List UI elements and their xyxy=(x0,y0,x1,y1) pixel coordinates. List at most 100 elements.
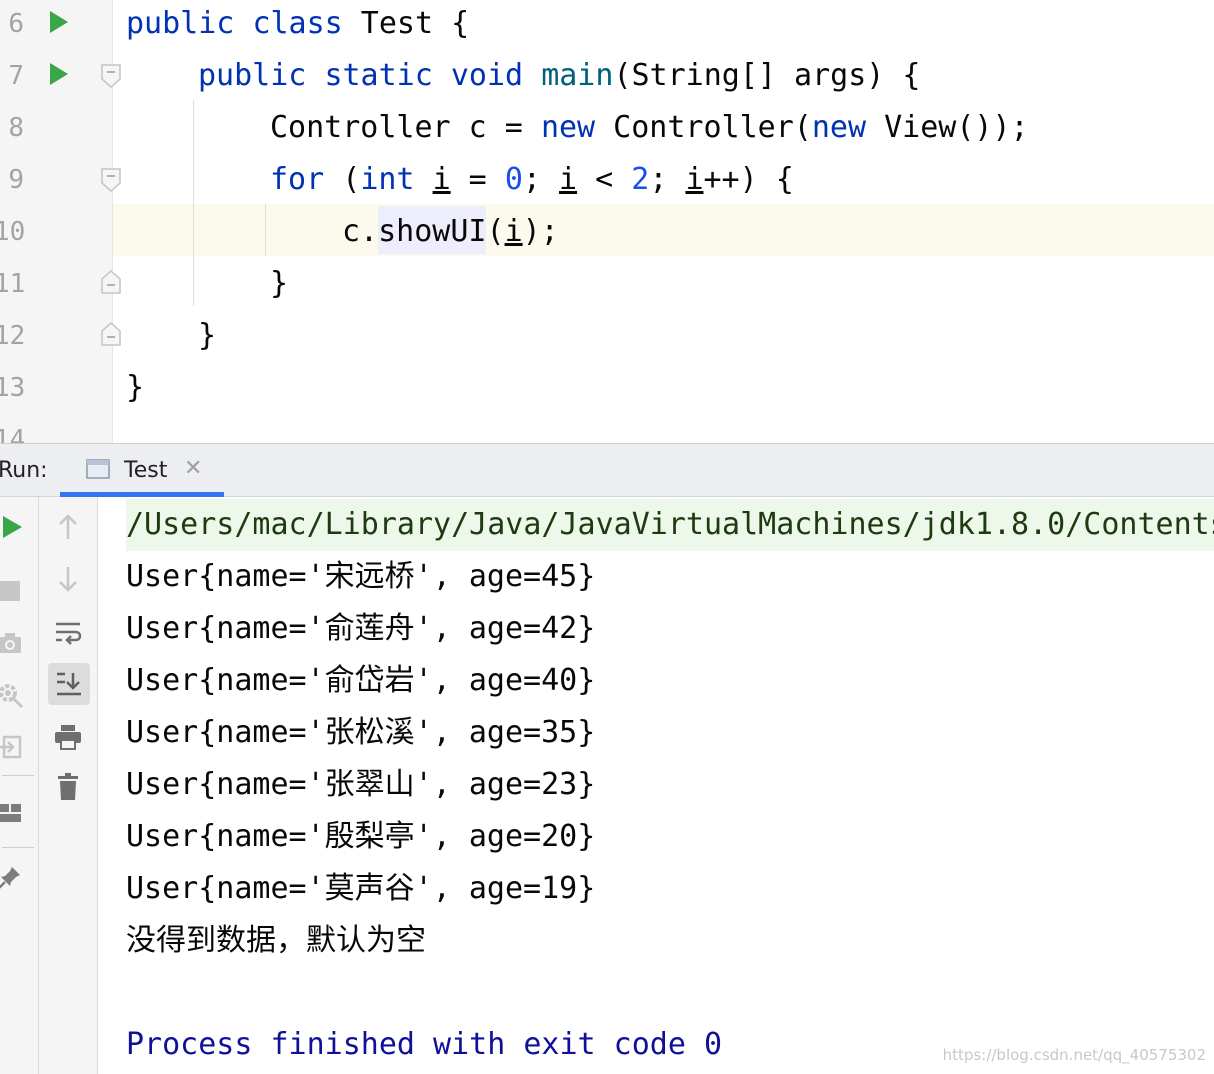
code-token: static xyxy=(324,58,433,93)
console-line-text: User{name='张翠山', age=23} xyxy=(126,767,596,802)
code-token: c. xyxy=(342,214,379,249)
code-token: int xyxy=(360,162,415,197)
line-number: 13 xyxy=(0,373,26,403)
console-line: User{name='宋远桥', age=45} xyxy=(126,551,595,603)
code-token: Controller c = xyxy=(270,110,541,145)
line-number: 12 xyxy=(0,321,26,351)
rerun-icon[interactable] xyxy=(0,507,32,547)
arrow-up-icon[interactable] xyxy=(48,507,88,547)
console-line: User{name='俞岱岩', age=40} xyxy=(126,655,595,707)
code-token: void xyxy=(450,58,524,93)
line-number: 10 xyxy=(0,217,26,247)
code-token: public xyxy=(198,58,307,93)
fold-close-icon[interactable] xyxy=(101,270,121,294)
code-token: public xyxy=(126,6,235,41)
toolbar-separator xyxy=(2,775,34,776)
console-line-text: User{name='殷梨亭', age=20} xyxy=(126,819,596,854)
run-toolbar-primary xyxy=(0,497,39,1074)
console-command-line: /Users/mac/Library/Java/JavaVirtualMachi… xyxy=(126,499,1214,551)
arrow-down-icon[interactable] xyxy=(48,559,88,599)
code-token: = xyxy=(450,162,505,197)
code-token: showUI xyxy=(378,214,487,249)
soft-wrap-icon[interactable] xyxy=(48,613,88,653)
code-token: ); xyxy=(522,214,559,249)
scroll-to-end-icon[interactable] xyxy=(48,663,90,705)
code-token: i xyxy=(504,214,523,249)
code-line[interactable]: public static void main(String[] args) { xyxy=(198,50,920,102)
code-line[interactable]: for (int i = 0; i < 2; i++) { xyxy=(270,154,794,206)
code-token: for xyxy=(270,162,325,197)
indent-guide xyxy=(265,204,266,256)
watermark: https://blog.csdn.net/qq_40575302 xyxy=(942,1046,1206,1064)
code-token: Controller( xyxy=(595,110,812,145)
login-icon[interactable] xyxy=(0,727,30,767)
indent-guide xyxy=(193,100,194,306)
tab-test[interactable]: Test ✕ xyxy=(60,444,224,497)
console-line-text: User{name='俞莲舟', age=42} xyxy=(126,611,596,646)
console-line: User{name='张翠山', age=23} xyxy=(126,759,595,811)
code-token: } xyxy=(270,266,289,301)
console-line: User{name='张松溪', age=35} xyxy=(126,707,595,759)
camera-icon[interactable] xyxy=(0,623,30,663)
current-line-highlight xyxy=(113,204,1214,256)
code-token: Test { xyxy=(342,6,470,41)
line-number: 14 xyxy=(0,425,26,443)
line-number: 11 xyxy=(0,269,26,299)
code-line[interactable]: public class Test { xyxy=(126,0,469,50)
code-token: ; xyxy=(649,162,686,197)
code-token: class xyxy=(252,6,343,41)
fold-open-icon[interactable] xyxy=(101,168,121,192)
layout-icon[interactable] xyxy=(0,793,30,833)
code-token: 2 xyxy=(631,162,650,197)
fold-open-icon[interactable] xyxy=(101,64,121,88)
code-line[interactable]: } xyxy=(126,362,144,414)
line-number: 7 xyxy=(8,61,24,91)
process-exit-message: Process finished with exit code 0 xyxy=(126,1027,723,1062)
line-number: 8 xyxy=(8,113,24,143)
close-icon[interactable]: ✕ xyxy=(184,456,202,481)
stop-icon[interactable] xyxy=(0,571,30,611)
code-editor[interactable]: 6 7 8 9 10 11 12 13 14 public class Test… xyxy=(0,0,1214,443)
console-window-icon xyxy=(86,458,110,480)
code-token: i xyxy=(685,162,704,197)
code-token: ++) { xyxy=(703,162,794,197)
code-token: main xyxy=(541,58,614,93)
code-token: ( xyxy=(486,214,505,249)
console-line: 没得到数据，默认为空 xyxy=(126,915,426,967)
code-token: (String[] args) { xyxy=(613,58,921,93)
print-icon[interactable] xyxy=(48,717,88,757)
console-output[interactable]: /Users/mac/Library/Java/JavaVirtualMachi… xyxy=(98,497,1214,1074)
code-token: } xyxy=(126,370,145,405)
code-line[interactable]: c.showUI(i); xyxy=(342,206,559,258)
code-line[interactable]: } xyxy=(270,258,288,310)
console-line-text: User{name='宋远桥', age=45} xyxy=(126,559,596,594)
settings-icon[interactable] xyxy=(0,675,30,715)
code-line[interactable]: } xyxy=(198,310,216,362)
code-token: i xyxy=(432,162,451,197)
fold-close-icon[interactable] xyxy=(101,322,121,346)
run-label: Run: xyxy=(0,458,48,483)
code-token: ( xyxy=(324,162,361,197)
run-toolbar-secondary xyxy=(39,497,98,1074)
run-main-icon[interactable] xyxy=(50,63,68,85)
run-class-icon[interactable] xyxy=(50,11,68,33)
editor-gutter: 6 7 8 9 10 11 12 13 14 xyxy=(0,0,121,443)
console-line-text: User{name='张松溪', age=35} xyxy=(126,715,596,750)
tab-title: Test xyxy=(124,458,168,483)
code-line[interactable]: Controller c = new Controller(new View()… xyxy=(270,102,1029,154)
code-token: < xyxy=(577,162,632,197)
trash-icon[interactable] xyxy=(48,767,88,807)
console-line: User{name='殷梨亭', age=20} xyxy=(126,811,595,863)
code-token: new xyxy=(811,110,867,145)
console-line-text: User{name='俞岱岩', age=40} xyxy=(126,663,596,698)
toolbar-separator xyxy=(2,847,34,848)
code-token: new xyxy=(540,110,596,145)
console-line: User{name='俞莲舟', age=42} xyxy=(126,603,595,655)
pin-icon[interactable] xyxy=(0,857,30,897)
console-line-text: User{name='莫声谷', age=19} xyxy=(126,871,596,906)
code-token: 0 xyxy=(504,162,523,197)
